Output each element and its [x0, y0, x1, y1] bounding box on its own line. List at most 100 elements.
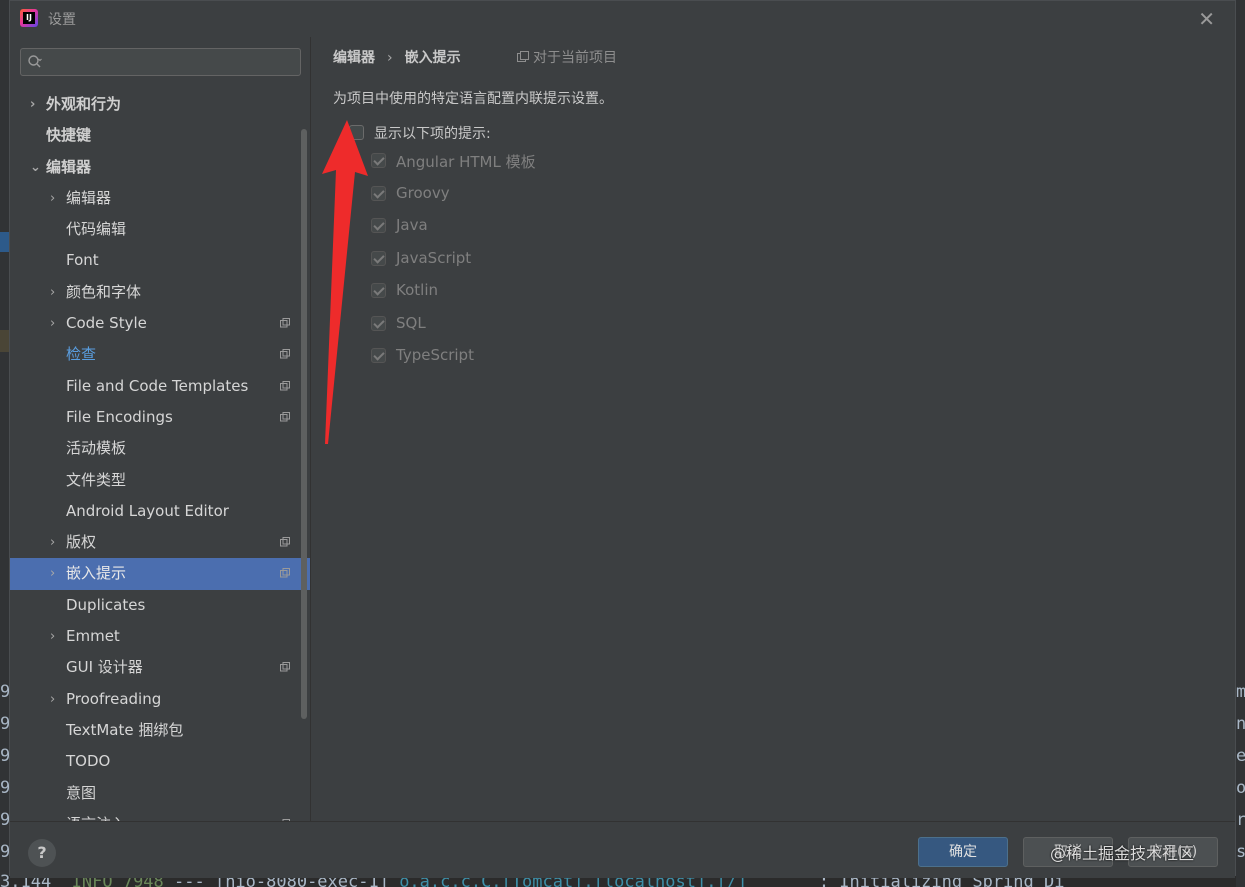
- sidebar-item-label: 颜色和字体: [66, 282, 142, 301]
- close-icon[interactable]: ✕: [1198, 9, 1215, 29]
- sidebar-item[interactable]: › 版权: [10, 527, 310, 558]
- sidebar-item[interactable]: File Encodings: [10, 402, 310, 433]
- sidebar-item[interactable]: 文件类型: [10, 465, 310, 496]
- background-left-gutter: 9 9 9 9 9 9: [0, 0, 11, 887]
- help-button[interactable]: ?: [28, 839, 56, 867]
- chevron-right-icon[interactable]: ›: [50, 809, 62, 821]
- language-checkbox: [371, 153, 386, 168]
- search-icon: [28, 55, 42, 68]
- background-console-char: 9: [0, 810, 11, 830]
- breadcrumb-current: 嵌入提示: [404, 50, 461, 66]
- sidebar-item-label: TODO: [66, 752, 111, 771]
- breadcrumb-parent[interactable]: 编辑器: [333, 50, 375, 66]
- sidebar-item-label: Font: [66, 251, 99, 270]
- ok-button[interactable]: 确定: [918, 837, 1008, 867]
- sidebar-item[interactable]: › 外观和行为: [10, 89, 310, 120]
- chevron-right-icon[interactable]: ›: [50, 308, 62, 339]
- language-checkbox: [371, 315, 386, 331]
- chevron-right-icon[interactable]: ›: [50, 684, 62, 715]
- sidebar-scrollbar[interactable]: [301, 129, 307, 719]
- sidebar-item-label: 外观和行为: [46, 95, 122, 113]
- sidebar-item[interactable]: › 语言注入: [10, 809, 310, 821]
- background-console-char: r: [1236, 810, 1245, 830]
- sidebar-item[interactable]: Duplicates: [10, 590, 310, 621]
- sidebar-item[interactable]: › 嵌入提示: [10, 558, 310, 590]
- sidebar-item[interactable]: 意图: [10, 778, 310, 809]
- language-label: SQL: [396, 313, 426, 332]
- sidebar-item-label: 编辑器: [46, 157, 92, 176]
- project-scope-icon: [280, 568, 290, 578]
- sidebar-item[interactable]: File and Code Templates: [10, 371, 310, 402]
- language-label: Kotlin: [396, 281, 438, 299]
- background-marker: [0, 330, 9, 352]
- sidebar-item-label: TextMate 捆绑包: [66, 720, 184, 739]
- sidebar-item[interactable]: GUI 设计器: [10, 652, 310, 683]
- background-console-char: 9: [0, 682, 11, 702]
- sidebar-item[interactable]: 检查: [10, 339, 310, 370]
- title-bar: IJ 设置 ✕: [10, 1, 1235, 37]
- intellij-logo-icon: IJ: [20, 9, 38, 27]
- search-input[interactable]: [20, 48, 301, 76]
- background-console-char: m: [1236, 682, 1245, 702]
- background-right-edge: mneors: [1236, 0, 1245, 887]
- chevron-right-icon[interactable]: ›: [50, 527, 62, 558]
- sidebar-item[interactable]: 活动模板: [10, 433, 310, 464]
- sidebar-item[interactable]: 代码编辑: [10, 214, 310, 245]
- sidebar-item-label: 嵌入提示: [66, 564, 127, 583]
- sidebar-item-label: Duplicates: [66, 595, 146, 614]
- sidebar-item-label: 语言注入: [66, 809, 126, 821]
- project-scope-icon: [280, 411, 290, 422]
- language-label: Java: [396, 216, 428, 234]
- sidebar-item[interactable]: Android Layout Editor: [10, 496, 310, 527]
- language-checkbox: [371, 185, 386, 201]
- background-marker: [0, 232, 9, 252]
- language-checkbox: [371, 218, 386, 233]
- settings-content: 编辑器 › 嵌入提示 对于当前项目 为项目中使用的特定语言配置内联提示设置。 显示以…: [311, 37, 1235, 821]
- window-title: 设置: [48, 12, 76, 28]
- project-scope-icon: [280, 537, 290, 547]
- sidebar-item-label: File and Code Templates: [66, 376, 249, 395]
- sidebar-item-label: 代码编辑: [66, 220, 127, 239]
- watermark: @稀土掘金技术社区: [1050, 844, 1195, 863]
- chevron-right-icon[interactable]: ›: [50, 183, 62, 214]
- settings-dialog: IJ 设置 ✕ › 外观和行为 快捷键 ⌄ 编辑器 › 编辑器 代码编辑 Font › 颜色和字体 ›…: [9, 0, 1236, 878]
- sidebar-item[interactable]: ⌄ 编辑器: [10, 152, 310, 183]
- sidebar-item-label: 活动模板: [66, 439, 127, 458]
- chevron-right-icon[interactable]: ›: [50, 621, 62, 652]
- settings-sidebar: › 外观和行为 快捷键 ⌄ 编辑器 › 编辑器 代码编辑 Font › 颜色和字体 › Code Sty…: [10, 37, 310, 821]
- sidebar-item-label: 快捷键: [46, 126, 92, 145]
- sidebar-item-label: Emmet: [66, 627, 120, 646]
- background-console-char: s: [1236, 842, 1245, 862]
- sidebar-item-label: 版权: [66, 533, 97, 552]
- language-checkbox: [371, 283, 386, 298]
- chevron-right-icon[interactable]: ›: [50, 277, 62, 308]
- chevron-down-icon[interactable]: ⌄: [30, 152, 42, 183]
- breadcrumb-separator: ›: [387, 50, 393, 66]
- sidebar-item[interactable]: › Emmet: [10, 621, 310, 652]
- language-label: JavaScript: [396, 248, 472, 267]
- background-console-char: e: [1236, 746, 1245, 766]
- settings-tree: › 外观和行为 快捷键 ⌄ 编辑器 › 编辑器 代码编辑 Font › 颜色和字体 › Code Sty…: [10, 89, 310, 821]
- background-console-char: 9: [0, 842, 11, 862]
- chevron-right-icon[interactable]: ›: [50, 558, 62, 589]
- language-label: Groovy: [396, 183, 450, 202]
- annotation-arrow-icon: [322, 120, 368, 444]
- sidebar-item[interactable]: 快捷键: [10, 120, 310, 151]
- sidebar-item[interactable]: TODO: [10, 746, 310, 777]
- sidebar-item[interactable]: › Code Style: [10, 308, 310, 339]
- sidebar-item[interactable]: › Proofreading: [10, 684, 310, 715]
- chevron-right-icon[interactable]: ›: [30, 89, 42, 120]
- sidebar-item[interactable]: Font: [10, 245, 310, 276]
- background-console-lines: mneors: [1236, 676, 1245, 868]
- background-console-char: 9: [0, 778, 11, 798]
- sidebar-item[interactable]: › 颜色和字体: [10, 277, 310, 308]
- sidebar-item-label: 意图: [66, 783, 97, 802]
- sidebar-item[interactable]: TextMate 捆绑包: [10, 715, 310, 746]
- project-scope-icon: [517, 51, 529, 62]
- page-description: 为项目中使用的特定语言配置内联提示设置。: [333, 91, 613, 107]
- scope-label: 对于当前项目: [517, 47, 617, 67]
- sidebar-item-label: Code Style: [66, 314, 147, 333]
- language-checkbox: [371, 348, 386, 363]
- language-checkbox: [371, 250, 386, 266]
- sidebar-item[interactable]: › 编辑器: [10, 183, 310, 214]
